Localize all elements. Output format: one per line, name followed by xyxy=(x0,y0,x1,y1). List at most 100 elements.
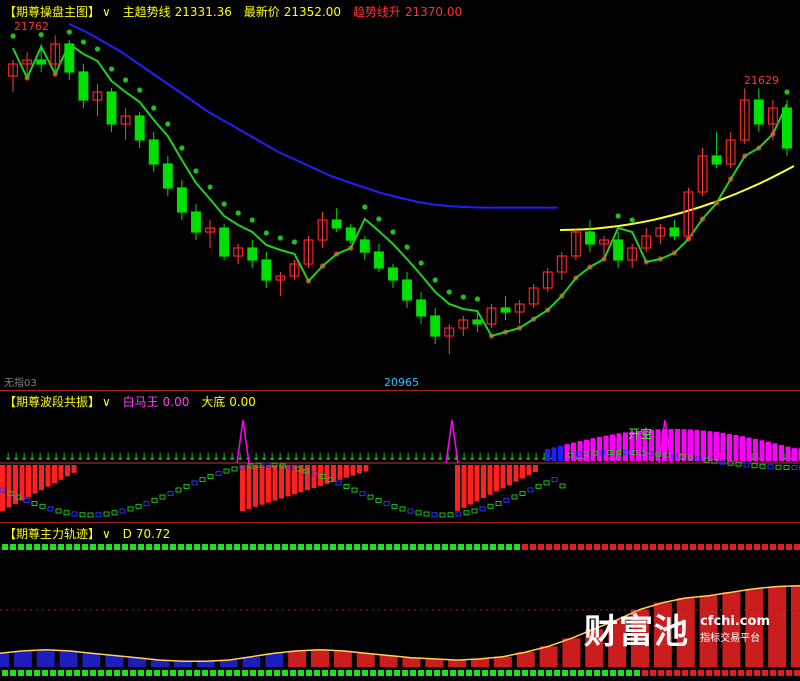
osc-dot xyxy=(559,483,566,489)
watermark: 财富池 cfchi.com 指标交易平台 xyxy=(584,604,770,653)
trend-dot xyxy=(390,229,396,235)
trend-dot xyxy=(179,145,185,151)
status-square-bottom xyxy=(674,670,680,676)
candle-body xyxy=(162,163,173,189)
hist-bar xyxy=(32,465,38,494)
status-square-bottom xyxy=(626,670,632,676)
trend-dot xyxy=(432,277,438,283)
status-square-top xyxy=(274,544,280,550)
status-square-bottom xyxy=(298,670,304,676)
status-square-top xyxy=(242,544,248,550)
hist-bar xyxy=(500,465,506,489)
hist-bar-up xyxy=(694,429,700,461)
candle-body xyxy=(753,99,764,125)
status-square-bottom xyxy=(290,670,296,676)
status-square-bottom xyxy=(66,670,72,676)
status-square-top xyxy=(698,544,704,550)
status-square-top xyxy=(642,544,648,550)
band-resonance-panel[interactable]: ↓ ↓ ↓ ↓ ↓ ↓ ↓ ↓ ↓ ↓ ↓ ↓ ↓ ↓ ↓ ↓ ↓ ↓ ↓ ↓ ↓ ↓ ↓ ↓ ↓ ↓ ↓ ↓ ↓ ↓ ↓ ↓ ↓ ↓ ↓ ↓ ↓ ↓ ↓ ↓… xyxy=(0,390,800,522)
osc-dot xyxy=(159,494,166,500)
indicator-name[interactable]: 【期尊操盘主图】 xyxy=(4,5,100,19)
main-force-panel[interactable]: 【期尊主力轨迹】 ∨ D 70.72 xyxy=(0,522,800,681)
hist-bar xyxy=(259,465,265,505)
d-label: D xyxy=(122,527,132,541)
hist-bar xyxy=(513,465,519,482)
osc-dot xyxy=(423,511,430,517)
osc-dot xyxy=(135,503,142,509)
status-square-bottom xyxy=(258,670,264,676)
osc-dot xyxy=(71,511,78,517)
candle-body xyxy=(500,307,511,313)
big-bottom-label: 大底 xyxy=(201,395,226,409)
status-square-bottom xyxy=(578,670,584,676)
status-square-top xyxy=(474,544,480,550)
indicator-menu-arrow[interactable]: ∨ xyxy=(102,395,111,409)
status-square-bottom xyxy=(650,670,656,676)
candle-body xyxy=(331,219,342,229)
status-square-top xyxy=(34,544,40,550)
hist-bar-up xyxy=(590,438,596,461)
d-bar xyxy=(539,646,558,667)
indicator-name[interactable]: 【期尊主力轨迹】 xyxy=(4,527,100,541)
status-square-top xyxy=(210,544,216,550)
status-square-top xyxy=(554,544,560,550)
status-square-bottom xyxy=(474,670,480,676)
d-bar xyxy=(402,657,421,667)
osc-dot xyxy=(23,497,30,503)
status-square-bottom xyxy=(746,670,752,676)
status-square-bottom xyxy=(210,670,216,676)
hist-bar xyxy=(272,465,278,501)
status-square-bottom xyxy=(42,670,48,676)
indicator-menu-arrow[interactable]: ∨ xyxy=(102,5,111,19)
status-square-top xyxy=(674,544,680,550)
status-square-top xyxy=(410,544,416,550)
indicator-name[interactable]: 【期尊波段共振】 xyxy=(4,395,100,409)
osc-dot xyxy=(791,464,798,470)
big-bottom-value: 0.00 xyxy=(229,395,256,409)
trend-dot xyxy=(249,217,255,223)
main-chart-canvas[interactable] xyxy=(0,0,800,390)
d-bar xyxy=(82,653,101,667)
status-square-bottom xyxy=(610,670,616,676)
status-square-bottom xyxy=(186,670,192,676)
status-square-top xyxy=(418,544,424,550)
osc-dot xyxy=(223,468,230,474)
d-bar xyxy=(516,652,535,667)
osc-dot xyxy=(527,487,534,493)
status-square-bottom xyxy=(642,670,648,676)
indicator-menu-arrow[interactable]: ∨ xyxy=(102,527,111,541)
main-force-canvas[interactable] xyxy=(0,522,800,681)
osc-dot xyxy=(751,463,758,469)
candle-body xyxy=(388,267,398,281)
d-value: 70.72 xyxy=(135,527,171,541)
hist-bar-up xyxy=(616,433,622,461)
status-square-top xyxy=(162,544,168,550)
candle-body xyxy=(36,59,47,65)
status-square-bottom xyxy=(594,670,600,676)
hist-bar xyxy=(71,465,77,473)
osc-dot xyxy=(743,462,750,468)
status-square-top xyxy=(746,544,752,550)
main-chart-panel[interactable]: 【期尊操盘主图】 ∨ 主趋势线 21331.36 最新价 21352.00 趋势线升 2… xyxy=(0,0,800,390)
trend-dot xyxy=(221,201,227,207)
trend-dot xyxy=(123,77,129,83)
trend-dot xyxy=(291,239,298,245)
status-square-top xyxy=(258,544,264,550)
status-square-bottom xyxy=(498,670,504,676)
status-square-bottom xyxy=(306,670,312,676)
channel-line xyxy=(12,42,788,338)
status-square-bottom xyxy=(130,670,136,676)
osc-dot xyxy=(207,473,214,479)
osc-dot xyxy=(191,480,198,486)
osc-dot xyxy=(479,506,486,512)
hist-bar-up xyxy=(779,444,784,461)
hist-bar-up xyxy=(545,449,550,461)
status-square-top xyxy=(330,544,336,550)
status-square-bottom xyxy=(202,670,208,676)
candle-body xyxy=(134,115,145,141)
osc-dot xyxy=(519,490,526,496)
status-square-bottom xyxy=(538,670,544,676)
hist-bar-up xyxy=(701,430,706,461)
trend-dot xyxy=(66,29,72,35)
osc-dot xyxy=(183,483,190,489)
